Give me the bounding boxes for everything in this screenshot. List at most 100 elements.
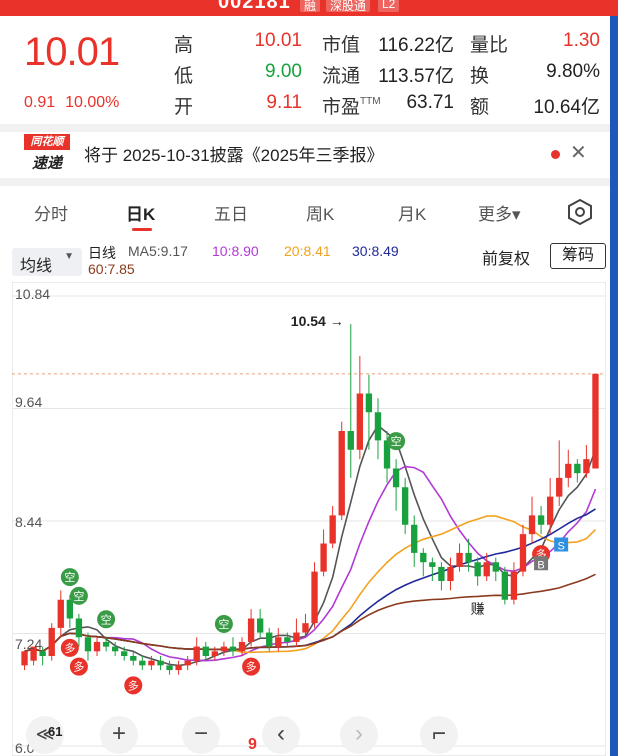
candle-body <box>75 618 83 638</box>
right-edge-strip <box>610 16 618 756</box>
volratio-value: 1.30 <box>563 30 600 51</box>
ma5-value: MA5:9.17 <box>128 243 188 259</box>
candle-body <box>202 646 209 656</box>
candle-body <box>102 641 110 647</box>
candle-body <box>501 571 509 600</box>
candle-body <box>528 515 536 535</box>
candle-body <box>111 646 119 652</box>
express-logo-icon: 同花顺 速递 <box>24 134 70 172</box>
candle-body <box>57 599 64 628</box>
chart-frame <box>11 281 607 756</box>
stock-code: 002181 <box>218 0 291 13</box>
candle-body <box>220 646 228 652</box>
candle-body <box>266 632 273 647</box>
candle-body <box>84 637 92 652</box>
tab-five-day[interactable]: 五日 <box>214 200 248 225</box>
move-left-button[interactable]: ‹ <box>262 716 300 754</box>
ma60-value: 60:7.85 <box>88 261 135 277</box>
candle-body <box>401 487 409 525</box>
notice-text[interactable]: 将于 2025-10-31披露《2025年三季报》 <box>84 141 384 166</box>
open-value: 9.11 <box>266 92 302 113</box>
candle-body <box>66 599 74 619</box>
candle-body <box>320 543 327 572</box>
signal-label: 空 <box>101 612 112 626</box>
signal-label: 空 <box>391 434 402 448</box>
nav-count: 61 <box>48 724 63 739</box>
tab-intraday[interactable]: 分时 <box>34 200 68 225</box>
candle-body <box>565 463 572 478</box>
candle-body <box>311 571 318 624</box>
candle-body <box>347 431 354 450</box>
tab-more[interactable]: 更多▾ <box>478 200 521 225</box>
candle-body <box>392 468 400 488</box>
candle-body <box>583 459 590 474</box>
notice-banner[interactable]: 同花顺 速递 将于 2025-10-31披露《2025年三季报》 ✕ <box>0 132 610 176</box>
high-value: 10.01 <box>254 30 302 51</box>
candle-body <box>574 463 581 474</box>
kline-chart[interactable]: 10.54 → 空空空多多多空多空多赚 B S <box>11 281 607 756</box>
candle-body <box>211 651 219 656</box>
candle-body <box>465 552 472 563</box>
turnover-label: 换 <box>470 66 490 87</box>
candle-body <box>302 623 309 633</box>
ma20-line <box>24 515 597 654</box>
tab-monthly-k[interactable]: 月K <box>398 200 426 225</box>
candle-body <box>420 552 427 563</box>
ma5-line <box>24 424 597 667</box>
signal-label: 空 <box>64 570 75 584</box>
mktcap-value: 116.22亿 <box>378 35 454 56</box>
ma-selector[interactable]: 均线 ▼ <box>12 248 82 276</box>
y-tick-label: 8.44 <box>15 514 43 530</box>
y-tick-label: 7.24 <box>15 636 43 652</box>
settings-icon[interactable] <box>566 198 594 226</box>
candle-body <box>184 660 191 666</box>
connect-tag: 深股通 <box>326 0 371 13</box>
candle-body <box>519 534 527 572</box>
y-tick-label: 9.64 <box>15 394 43 410</box>
candle-body <box>510 571 518 600</box>
candle-body <box>438 566 445 581</box>
zoom-out-button[interactable]: − <box>182 716 220 754</box>
fullscreen-button[interactable]: ⌐ <box>420 716 458 754</box>
candle-body <box>556 477 563 497</box>
candle-body <box>175 665 182 671</box>
unread-dot-icon <box>551 150 560 159</box>
adjust-button[interactable]: 前复权 <box>482 245 530 269</box>
logo-top-text: 同花顺 <box>24 134 70 150</box>
candle-body <box>256 618 264 633</box>
turnover-value: 9.80% <box>546 61 600 82</box>
last-price: 10.01 <box>24 30 120 74</box>
high-label: 高 <box>174 35 194 56</box>
candle-body <box>93 641 101 652</box>
zoom-in-button[interactable]: + <box>100 716 138 754</box>
open-label: 开 <box>174 97 194 118</box>
pe-label-text: 市盈 <box>322 97 361 118</box>
candle-body <box>474 562 481 577</box>
signal-label: 多 <box>128 678 139 692</box>
quote-panel: 10.01 0.91 10.00% 高 10.01 低 9.00 开 9.11 市… <box>0 16 610 124</box>
chevron-left-icon: ‹ <box>277 720 285 747</box>
ma-indicator-bar: 均线 ▼ 日线 MA5:9.17 10:8.90 20:8.41 30:8.49… <box>0 240 610 280</box>
candle-body <box>39 651 46 656</box>
plus-icon: + <box>111 720 126 747</box>
close-icon[interactable]: ✕ <box>570 140 587 165</box>
candle-body <box>247 618 255 642</box>
kline-svg: 10.54 →空空空多多多空多空多赚BS <box>11 281 607 756</box>
tab-weekly-k[interactable]: 周K <box>306 200 334 225</box>
chips-button[interactable]: 筹码 <box>550 243 606 269</box>
candle-body <box>356 393 364 450</box>
candle-body <box>592 373 599 469</box>
stock-header-bar: 002181 融 深股通 L2 <box>0 0 618 16</box>
chevron-down-icon: ▼ <box>64 251 74 262</box>
period-tabs: 分时 日K 五日 周K 月K 更多▾ <box>0 186 610 236</box>
ma10-value: 10:8.90 <box>212 243 259 259</box>
margin-tag: 融 <box>300 0 321 13</box>
candle-body <box>447 566 454 581</box>
chevron-right-icon: › <box>355 720 363 747</box>
move-right-button[interactable]: › <box>340 716 378 754</box>
candle-body <box>148 660 155 666</box>
tab-daily-k[interactable]: 日K <box>126 200 155 225</box>
float-value: 113.57亿 <box>378 66 454 87</box>
signal-label: 多 <box>64 641 75 655</box>
signal-label: 多 <box>73 660 84 674</box>
